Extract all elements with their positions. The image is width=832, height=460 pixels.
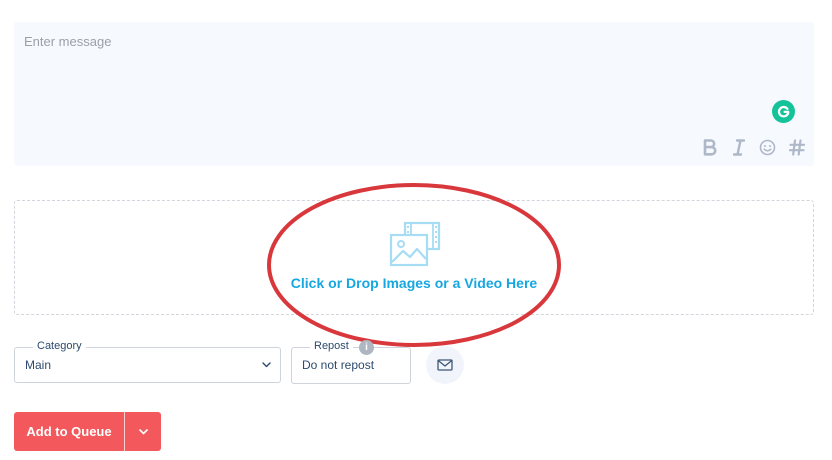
message-input[interactable] [14, 22, 814, 132]
italic-icon[interactable] [729, 138, 748, 157]
category-select[interactable]: Category Main [14, 340, 281, 383]
chevron-down-icon [262, 362, 271, 368]
dropzone-label: Click or Drop Images or a Video Here [290, 275, 538, 291]
chevron-down-icon [138, 428, 148, 434]
category-value: Main [25, 358, 52, 372]
add-to-queue-button[interactable]: Add to Queue [14, 412, 124, 451]
add-to-queue-group: Add to Queue [14, 412, 161, 451]
envelope-icon [437, 359, 453, 371]
repost-select[interactable]: Repost Do not repost [291, 340, 411, 384]
email-button[interactable] [426, 346, 464, 384]
media-dropzone[interactable]: Click or Drop Images or a Video Here [14, 200, 814, 315]
format-toolbar [700, 138, 806, 157]
hashtag-icon[interactable] [787, 138, 806, 157]
repost-label: Repost [310, 340, 353, 352]
message-composer [14, 22, 814, 166]
grammarly-icon[interactable] [772, 100, 795, 123]
media-upload-icon [389, 221, 441, 267]
repost-value: Do not repost [302, 358, 375, 372]
info-icon[interactable]: i [359, 340, 374, 355]
category-label: Category [33, 340, 86, 352]
queue-options-button[interactable] [124, 412, 161, 451]
emoji-icon[interactable] [758, 138, 777, 157]
bold-icon[interactable] [700, 138, 719, 157]
